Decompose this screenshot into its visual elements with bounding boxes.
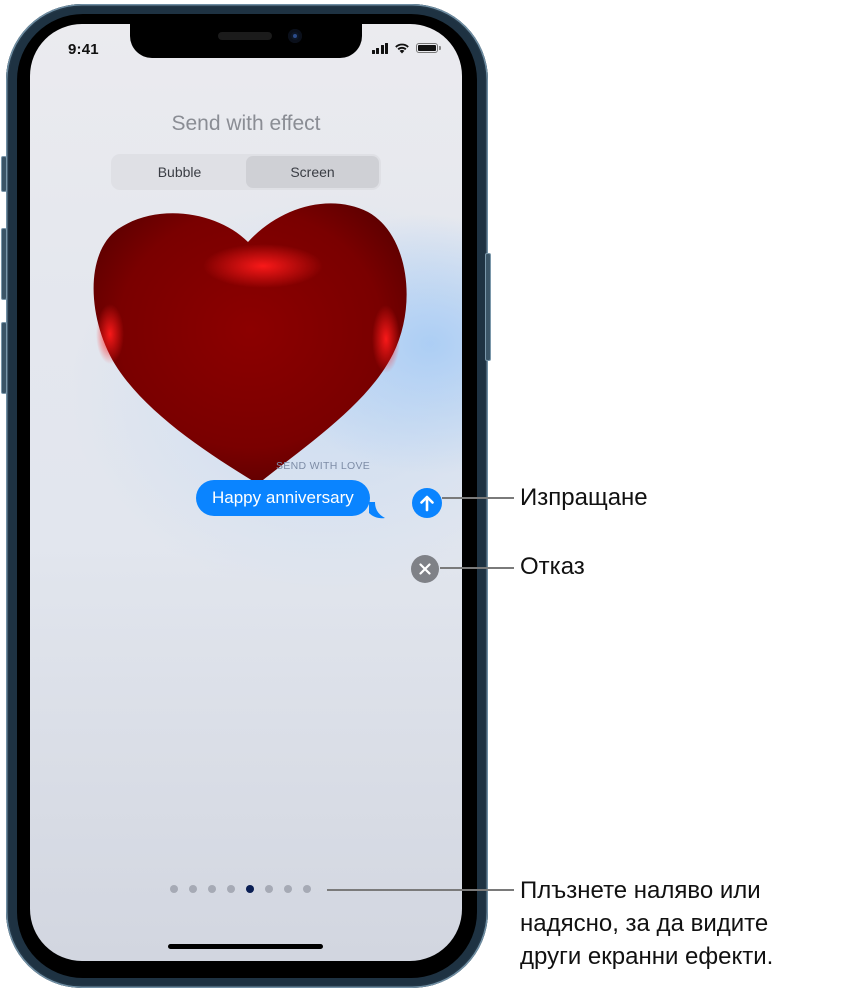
close-icon (419, 563, 431, 575)
battery-icon (416, 43, 441, 53)
effect-name-label: SEND WITH LOVE (276, 460, 371, 472)
speaker-grille (218, 32, 272, 40)
tab-bubble[interactable]: Bubble (113, 156, 246, 188)
page-dot[interactable] (227, 885, 235, 893)
cancel-button[interactable] (411, 555, 439, 583)
arrow-up-icon (420, 495, 434, 512)
page-dot[interactable] (189, 885, 197, 893)
phone-screen: 9:41 Send with effect Bubble Screen SEND… (30, 24, 462, 961)
heart-effect (93, 203, 407, 484)
message-bubble: Happy anniversary (196, 480, 370, 516)
page-dot[interactable] (170, 885, 178, 893)
home-indicator[interactable] (168, 944, 323, 949)
front-camera (288, 29, 302, 43)
effect-type-segmented-control: Bubble Screen (111, 154, 381, 190)
page-dot[interactable] (265, 885, 273, 893)
swipe-callout-label: Плъзнете наляво или надясно, за да видит… (520, 874, 773, 973)
swipe-callout-line-1: Плъзнете наляво или (520, 877, 761, 904)
status-icons (371, 42, 441, 54)
page-dot-active[interactable] (246, 885, 254, 893)
silent-switch (1, 156, 7, 192)
side-button (485, 253, 491, 361)
volume-up-button (1, 228, 7, 300)
send-button[interactable] (412, 488, 442, 518)
swipe-callout-line-2: надясно, за да видите (520, 910, 769, 937)
cellular-signal-icon (371, 42, 388, 54)
page-dot[interactable] (303, 885, 311, 893)
swipe-callout-line (327, 889, 514, 891)
tab-screen[interactable]: Screen (246, 156, 379, 188)
page-dot[interactable] (208, 885, 216, 893)
swipe-callout-line-3: други екранни ефекти. (520, 943, 774, 970)
status-time: 9:41 (68, 41, 99, 58)
page-dot[interactable] (284, 885, 292, 893)
page-title: Send with effect (171, 112, 321, 135)
send-callout-label: Изпращане (520, 484, 648, 511)
volume-down-button (1, 322, 7, 394)
cancel-callout-line (440, 567, 514, 569)
cancel-callout-label: Отказ (520, 553, 585, 580)
notch (130, 24, 362, 58)
page-indicator[interactable] (170, 885, 311, 893)
send-callout-line (442, 497, 514, 499)
bubble-tail (369, 502, 385, 519)
wifi-icon (395, 43, 409, 54)
